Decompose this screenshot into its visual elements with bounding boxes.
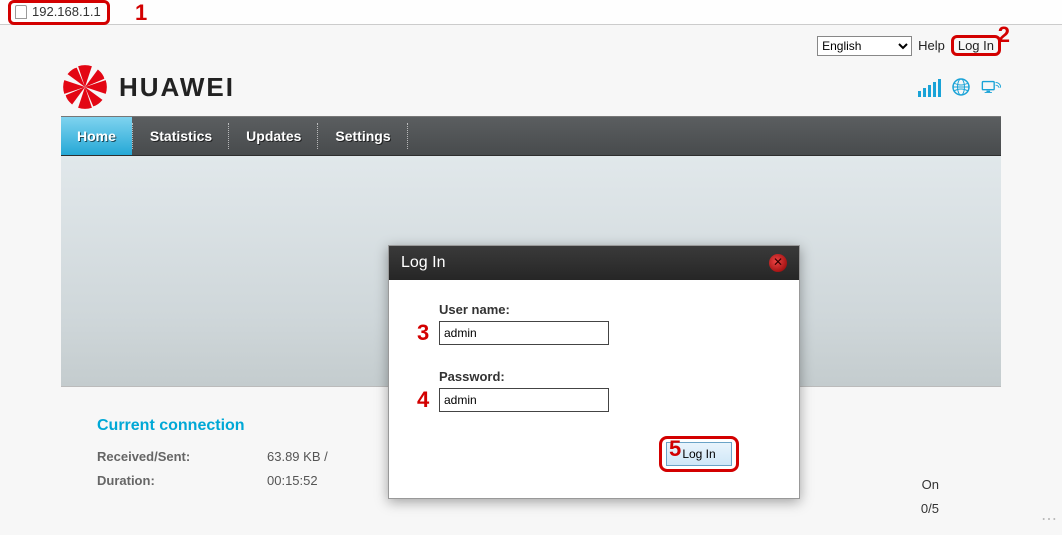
username-input[interactable]	[439, 321, 609, 345]
modal-title: Log In	[401, 254, 445, 272]
nav-label: Statistics	[150, 128, 212, 144]
nav-tab-statistics[interactable]: Statistics	[134, 117, 228, 155]
monitor-wifi-icon	[981, 77, 1001, 97]
status-icons	[918, 77, 1001, 97]
huawei-logo-icon	[61, 64, 109, 110]
close-icon[interactable]: ✕	[769, 254, 787, 272]
nav-label: Home	[77, 128, 116, 144]
stat-value-duration: 00:15:52	[267, 469, 397, 493]
username-label: User name:	[439, 302, 749, 317]
main-nav: Home Statistics Updates Settings	[61, 116, 1001, 156]
globe-icon	[951, 77, 971, 97]
top-login-highlight: Log In	[951, 35, 1001, 56]
nav-label: Settings	[335, 128, 390, 144]
top-login-link[interactable]: Log In	[958, 38, 994, 53]
annotation-5: 5	[669, 436, 681, 462]
stat-value-status: On	[922, 477, 939, 492]
stat-value-received-sent: 63.89 KB /	[267, 445, 397, 469]
password-label: Password:	[439, 369, 749, 384]
page-icon	[15, 5, 27, 19]
address-highlight-box: 192.168.1.1	[8, 0, 110, 25]
modal-title-bar: Log In ✕	[389, 246, 799, 280]
annotation-3: 3	[417, 320, 429, 346]
password-input[interactable]	[439, 388, 609, 412]
nav-separator	[407, 123, 409, 149]
help-link[interactable]: Help	[918, 38, 945, 53]
login-modal: Log In ✕ 3 User name: 4 Password: 5 Log …	[388, 245, 800, 499]
address-url[interactable]: 192.168.1.1	[32, 4, 101, 19]
nav-tab-updates[interactable]: Updates	[230, 117, 317, 155]
annotation-1: 1	[135, 0, 147, 26]
nav-tab-home[interactable]: Home	[61, 117, 132, 155]
annotation-4: 4	[417, 387, 429, 413]
brand-name: HUAWEI	[119, 72, 235, 103]
language-select[interactable]: English	[817, 36, 912, 56]
signal-bars-icon	[918, 79, 941, 97]
stat-label-received-sent: Received/Sent:	[97, 445, 267, 469]
resize-grip-icon: ⋯	[1041, 509, 1056, 529]
browser-address-bar: 192.168.1.1 1	[0, 0, 1062, 25]
nav-label: Updates	[246, 128, 301, 144]
stat-value-count: 0/5	[921, 501, 939, 516]
stat-label-duration: Duration:	[97, 469, 267, 493]
nav-tab-settings[interactable]: Settings	[319, 117, 406, 155]
